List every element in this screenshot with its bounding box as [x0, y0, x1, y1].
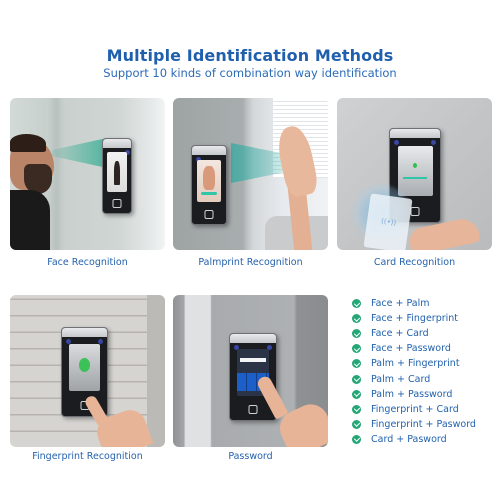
- list-item: Palm + Card: [352, 371, 476, 386]
- combination-list: Face + Palm Face + Fingerprint Face + Ca…: [352, 296, 476, 447]
- list-item: Card + Pasword: [352, 432, 476, 447]
- fingerprint-recognition-image: [10, 295, 165, 447]
- terminal-screen: [397, 145, 433, 196]
- caption-card: Card Recognition: [373, 257, 456, 268]
- list-item: Face + Palm: [352, 296, 476, 311]
- terminal-screen: [197, 160, 221, 203]
- face-recognition-image: [10, 98, 165, 250]
- check-circle-icon: [352, 299, 361, 309]
- terminal-screen: [107, 152, 127, 193]
- combination-label: Face + Fingerprint: [371, 313, 459, 325]
- terminal-screen: [68, 343, 101, 392]
- list-item: Face + Fingerprint: [352, 311, 476, 326]
- combination-label: Palm + Fingerprint: [371, 358, 460, 370]
- caption-fingerprint: Fingerprint Recognition: [32, 451, 143, 462]
- list-item: Palm + Fingerprint: [352, 356, 476, 371]
- check-circle-icon: [352, 359, 361, 369]
- person-body: [10, 190, 50, 250]
- check-circle-icon: [352, 329, 361, 339]
- combination-label: Face + Card: [371, 328, 429, 340]
- access-terminal: [191, 145, 227, 225]
- list-item: Palm + Password: [352, 387, 476, 402]
- check-circle-icon: [352, 314, 361, 324]
- fingerprint-sensor-icon: [204, 209, 214, 219]
- check-circle-icon: [352, 434, 361, 444]
- combination-label: Fingerprint + Card: [371, 403, 459, 415]
- combination-label: Palm + Password: [371, 388, 453, 400]
- palmprint-recognition-image: [173, 98, 328, 250]
- combination-label: Fingerprint + Pasword: [371, 418, 476, 430]
- fingerprint-sensor-icon: [248, 404, 258, 414]
- access-terminal: [102, 138, 132, 214]
- page-title: Multiple Identification Methods: [106, 46, 394, 65]
- password-image: [173, 295, 328, 447]
- list-item: Face + Password: [352, 341, 476, 356]
- caption-password: Password: [228, 451, 273, 462]
- check-circle-icon: [352, 344, 361, 354]
- fingerprint-sensor-icon: [112, 198, 122, 208]
- check-circle-icon: [352, 419, 361, 429]
- check-circle-icon: [352, 404, 361, 414]
- person-hair: [10, 134, 46, 152]
- nfc-icon: ((•)): [380, 217, 397, 228]
- caption-palm: Palmprint Recognition: [198, 257, 303, 268]
- check-circle-icon: [352, 374, 361, 384]
- list-item: Fingerprint + Pasword: [352, 417, 476, 432]
- scan-beam: [52, 138, 107, 168]
- caption-face: Face Recognition: [47, 257, 128, 268]
- wall-corner: [147, 295, 165, 447]
- rfid-card: ((•)): [363, 193, 413, 250]
- combination-label: Face + Palm: [371, 298, 430, 310]
- combination-label: Face + Password: [371, 343, 451, 355]
- combination-label: Palm + Card: [371, 373, 431, 385]
- check-circle-icon: [352, 389, 361, 399]
- list-item: Fingerprint + Card: [352, 402, 476, 417]
- card-recognition-image: ((•)): [337, 98, 492, 250]
- list-item: Face + Card: [352, 326, 476, 341]
- page-subtitle: Support 10 kinds of combination way iden…: [103, 66, 397, 80]
- combination-label: Card + Pasword: [371, 433, 447, 445]
